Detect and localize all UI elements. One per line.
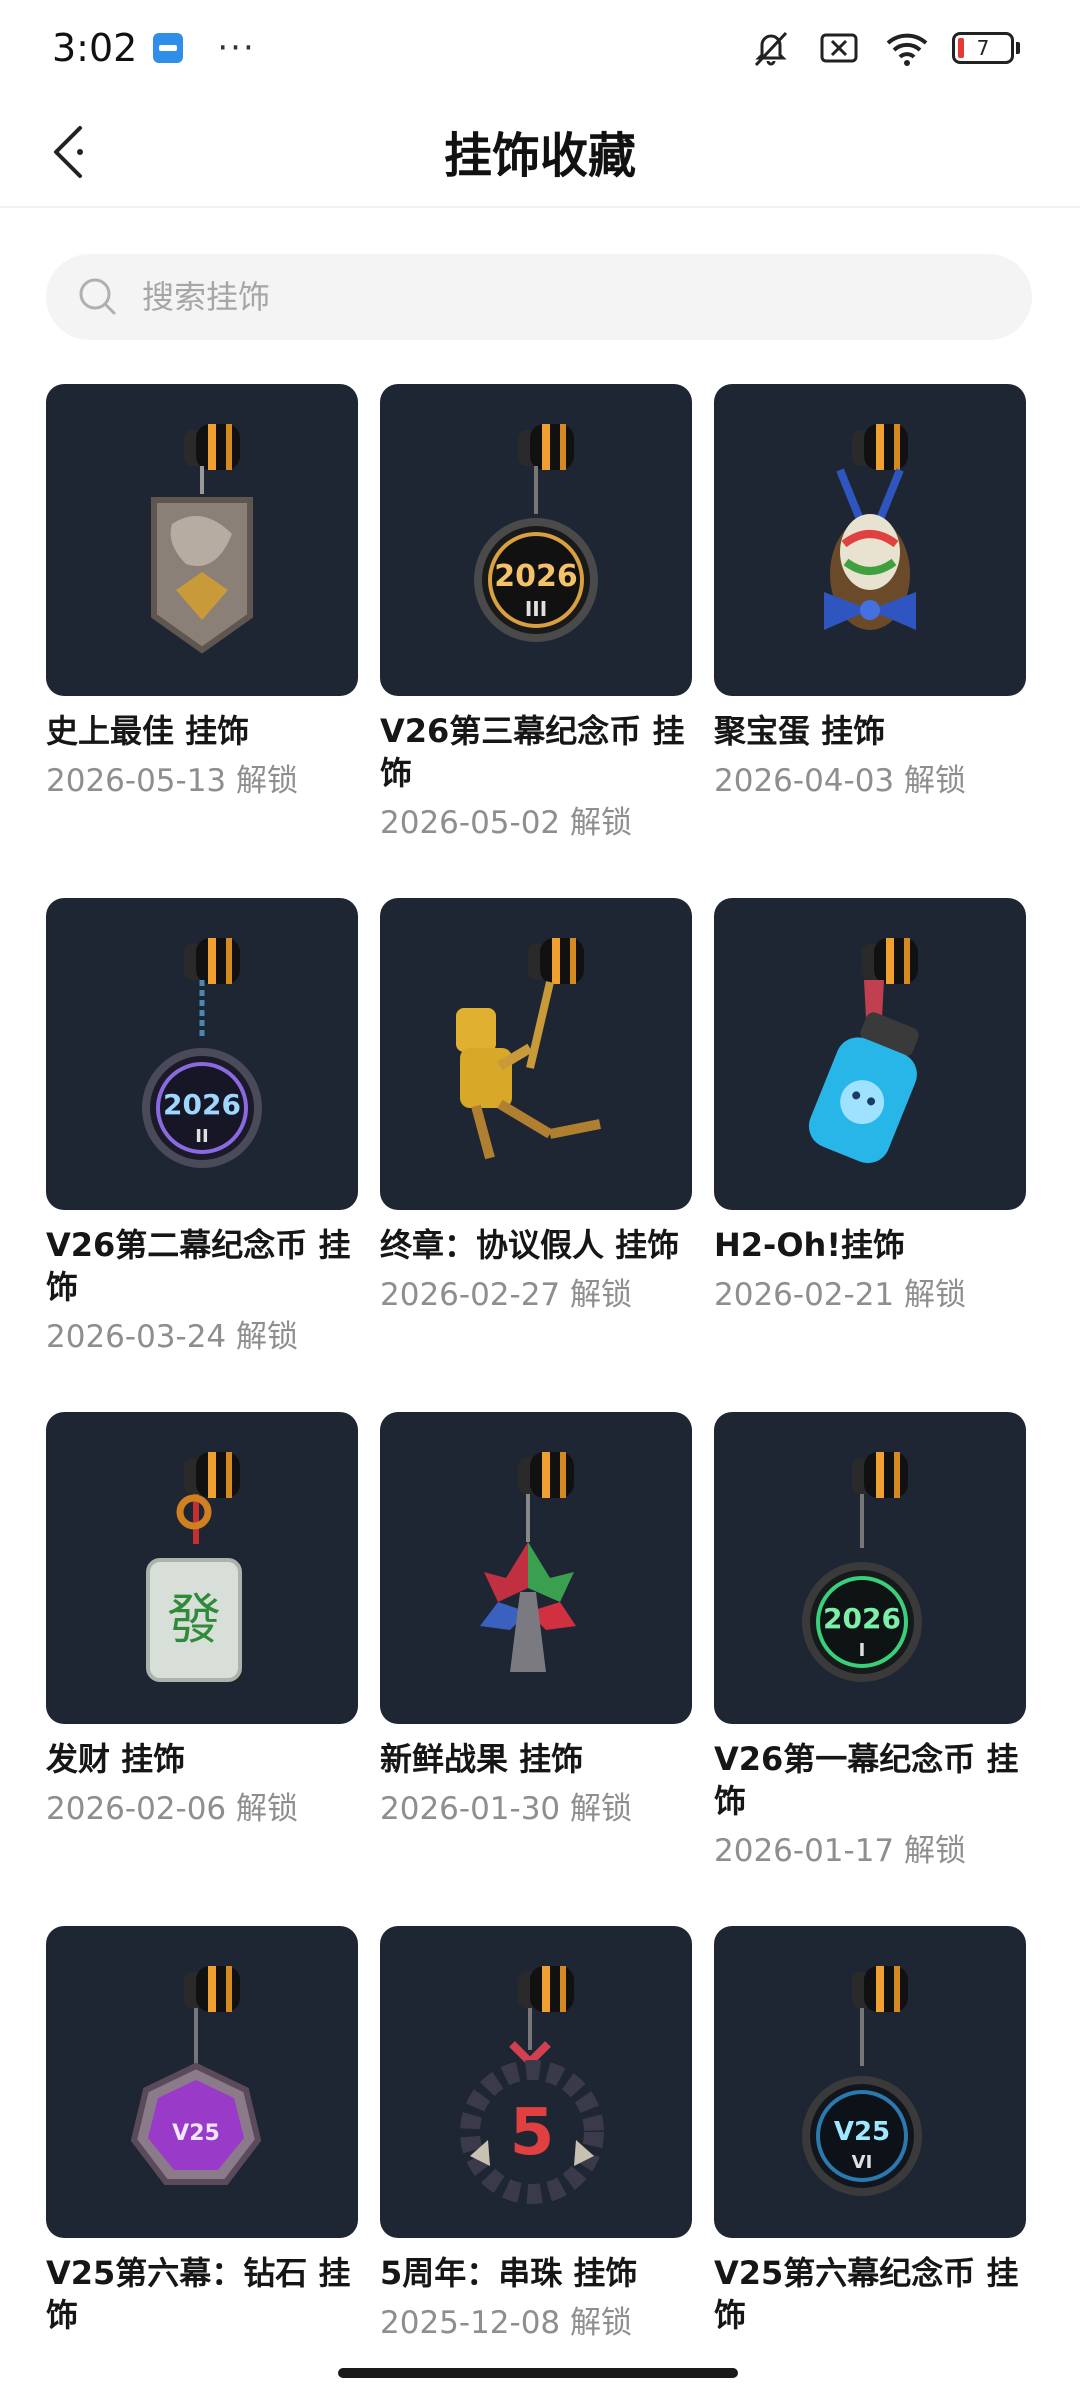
home-indicator[interactable] [338,2368,738,2378]
badge-text: V25 [172,2121,220,2146]
coin-charm-icon: 2026 III [474,424,598,642]
charm-name: H2-Oh!挂饰 [714,1226,905,1264]
coin-act-text: I [859,1640,866,1661]
unlock-date: 2026-05-02 解锁 [380,805,633,841]
charm-card[interactable]: V25 V25第六幕：钻石 挂饰 [46,1926,358,2336]
back-arrow-icon [54,126,83,178]
leaf-tree-charm-icon [480,1452,576,1672]
back-button[interactable] [36,118,100,186]
unlock-date: 2026-02-27 解锁 [380,1277,633,1313]
charm-thumbnail [714,898,1026,1210]
charm-card[interactable]: 终章：协议假人 挂饰 2026-02-27 解锁 [380,898,692,1316]
coin-charm-icon: 2026 II [142,938,262,1168]
charm-name: V25第六幕纪念币 挂饰 [714,2254,1019,2334]
coin-act-text: III [525,597,547,621]
charm-card[interactable]: 史上最佳 挂饰 2026-05-13 解锁 [46,384,358,802]
charm-name: V26第二幕纪念币 挂饰 [46,1226,351,1306]
more-notifications-icon: ··· [217,28,256,68]
unlock-date: 2026-03-24 解锁 [46,1319,299,1355]
coin-year-text: V25 [834,2117,890,2147]
mute-vibrate-icon [754,31,788,67]
status-time: 3:02 [52,26,138,70]
battery-icon: 7 [952,32,1020,64]
egg-basket-charm-icon [824,424,916,630]
status-left: 3:02 ··· [52,26,256,70]
charm-thumbnail: 2026 III [380,384,692,696]
page-title: 挂饰收藏 [443,128,636,184]
charm-thumbnail [380,898,692,1210]
charm-card[interactable]: 2026 II V26第二幕纪念币 挂饰 2026-03-24 解锁 [46,898,358,1358]
bead-ring-charm-icon: 5 [460,1966,604,2204]
charm-name: 终章：协议假人 挂饰 [380,1226,680,1264]
charm-thumbnail [380,1412,692,1724]
charm-thumbnail: V25 VI [714,1926,1026,2238]
charm-name: V26第一幕纪念币 挂饰 [714,1740,1019,1820]
tile-character: 發 [167,1588,221,1651]
charm-name: 史上最佳 挂饰 [46,712,250,750]
charm-thumbnail: 2026 I [714,1412,1026,1724]
unlock-date: 2026-04-03 解锁 [714,763,967,799]
charm-thumbnail: 5 [380,1926,692,2238]
water-bottle-charm-icon [808,938,919,1164]
unlock-date: 2025-12-08 解锁 [380,2305,633,2341]
search-input[interactable] [140,277,1000,317]
search-icon [79,278,116,315]
coin-charm-icon: 2026 I [802,1452,922,1682]
coin-year-text: 2026 [494,559,578,594]
charm-card[interactable]: 2026 III V26第三幕纪念币 挂饰 2026-05-02 解锁 [380,384,692,844]
anniversary-number: 5 [510,2096,555,2170]
charm-thumbnail [714,384,1026,696]
charm-thumbnail: 發 [46,1412,358,1724]
charm-card[interactable]: V25 VI V25第六幕纪念币 挂饰 [714,1926,1026,2336]
unlock-date: 2026-01-30 解锁 [380,1791,633,1827]
charm-card[interactable]: H2-Oh!挂饰 2026-02-21 解锁 [714,898,1026,1316]
coin-year-text: 2026 [163,1088,241,1121]
charm-card[interactable]: 新鲜战果 挂饰 2026-01-30 解锁 [380,1412,692,1830]
battery-level: 7 [976,36,990,60]
unlock-date: 2026-02-21 解锁 [714,1277,967,1313]
medal-charm-icon [151,424,253,654]
status-bar: 3:02 ··· 7 [0,0,1080,96]
charm-name: 聚宝蛋 挂饰 [714,712,886,750]
app-notification-icon [153,33,184,63]
diamond-v25-charm-icon: V25 [130,1966,262,2185]
coin-act-text: VI [852,2152,873,2173]
nav-bar: 挂饰收藏 [0,96,1080,208]
charm-card[interactable]: 2026 I V26第一幕纪念币 挂饰 2026-01-17 解锁 [714,1412,1026,1872]
charm-name: 新鲜战果 挂饰 [380,1740,584,1778]
charm-card[interactable]: 發 发财 挂饰 2026-02-06 解锁 [46,1412,358,1830]
charm-name: 5周年：串珠 挂饰 [380,2254,638,2292]
charm-name: V25第六幕：钻石 挂饰 [46,2254,351,2334]
charm-card[interactable]: 5 5周年：串珠 挂饰 2025-12-08 解锁 [380,1926,692,2344]
charm-thumbnail: 2026 II [46,898,358,1210]
status-right: 7 [748,25,1020,71]
charm-thumbnail: V25 [46,1926,358,2238]
coin-year-text: 2026 [823,1602,901,1635]
search-box[interactable] [46,254,1032,340]
unlock-date: 2026-01-17 解锁 [714,1833,967,1869]
unlock-date: 2026-05-13 解锁 [46,763,299,799]
charm-card[interactable]: 聚宝蛋 挂饰 2026-04-03 解锁 [714,384,1026,802]
no-sim-icon [820,33,858,63]
charm-name: 发财 挂饰 [46,1740,186,1778]
coin-act-text: II [195,1126,208,1147]
unlock-date: 2026-02-06 解锁 [46,1791,299,1827]
dummy-figure-charm-icon [456,938,601,1160]
wifi-icon [886,33,928,66]
charm-thumbnail [46,384,358,696]
mahjong-tile-charm-icon: 發 [146,1452,242,1682]
charm-name: V26第三幕纪念币 挂饰 [380,712,685,792]
coin-charm-icon: V25 VI [802,1966,922,2196]
